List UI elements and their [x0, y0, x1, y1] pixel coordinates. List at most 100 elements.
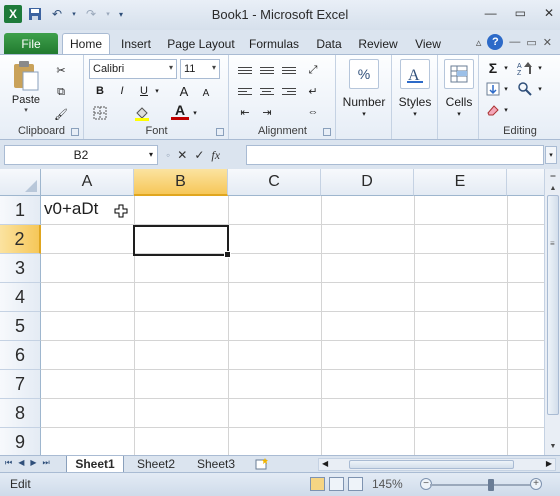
autosum-dropdown-icon[interactable]: ▾	[502, 63, 510, 73]
sort-filter-icon[interactable]: AZ	[516, 59, 534, 77]
underline-button[interactable]: U	[135, 82, 153, 100]
number-dropdown-icon[interactable]: ▾	[359, 109, 369, 119]
row-header-1[interactable]: 1	[0, 196, 41, 225]
last-sheet-icon[interactable]: ⏭	[43, 458, 50, 468]
tab-file[interactable]: File	[4, 33, 58, 54]
scroll-left-icon[interactable]: ◀	[322, 459, 328, 468]
italic-button[interactable]: I	[113, 82, 131, 100]
row-header-2[interactable]: 2	[0, 225, 41, 254]
fill-color-icon[interactable]	[133, 104, 151, 122]
column-header-partial[interactable]	[507, 169, 544, 196]
column-header-e[interactable]: E	[414, 169, 507, 196]
decrease-indent-icon[interactable]: ⇤	[236, 103, 254, 121]
find-select-icon[interactable]	[516, 80, 534, 98]
zoom-slider-knob[interactable]	[488, 479, 495, 491]
help-icon[interactable]: ?	[487, 34, 504, 50]
cells-dropdown-icon[interactable]: ▾	[454, 109, 464, 119]
format-painter-icon[interactable]: 🖌	[52, 105, 70, 123]
excel-logo-icon[interactable]: X	[4, 5, 22, 23]
zoom-level[interactable]: 145%	[372, 477, 403, 491]
horizontal-scroll-thumb[interactable]	[349, 460, 514, 469]
column-header-d[interactable]: D	[321, 169, 414, 196]
scroll-up-icon[interactable]: ▲	[547, 182, 559, 194]
vertical-scrollbar[interactable]: ═ ▲ ≡ ▼	[544, 169, 560, 455]
row-header-3[interactable]: 3	[0, 254, 41, 283]
row-header-9[interactable]: 9	[0, 428, 41, 455]
styles-icon[interactable]: A	[400, 59, 430, 89]
vertical-scroll-thumb[interactable]	[547, 195, 559, 415]
name-box[interactable]: B2 ▾	[4, 145, 158, 165]
copy-icon[interactable]: ⧉	[52, 83, 70, 101]
formula-input[interactable]	[246, 145, 544, 165]
page-layout-view-icon[interactable]	[329, 477, 344, 491]
tab-view[interactable]: View	[408, 33, 448, 54]
autosum-icon[interactable]: Σ	[484, 59, 502, 77]
underline-dropdown-icon[interactable]: ▾	[153, 85, 161, 97]
grow-font-button[interactable]: A	[175, 82, 193, 100]
font-color-dropdown-icon[interactable]: ▾	[191, 107, 199, 119]
customize-toolbar-icon[interactable]: ▾	[116, 5, 126, 23]
tab-insert[interactable]: Insert	[114, 33, 158, 54]
increase-indent-icon[interactable]: ⇥	[258, 103, 276, 121]
close-icon[interactable]: ✕	[544, 6, 554, 20]
borders-icon[interactable]	[91, 104, 109, 122]
font-size-dropdown-icon[interactable]: ▾	[212, 63, 216, 72]
sort-filter-dropdown-icon[interactable]: ▾	[536, 63, 544, 73]
align-middle-icon[interactable]	[258, 61, 276, 79]
fill-dropdown-icon[interactable]: ▾	[502, 84, 510, 94]
horizontal-scrollbar[interactable]: ◀ ▶	[318, 458, 556, 471]
paste-dropdown-icon[interactable]: ▾	[24, 106, 28, 114]
undo-icon[interactable]: ↶	[48, 5, 66, 23]
styles-dropdown-icon[interactable]: ▾	[410, 109, 420, 119]
undo-dropdown-icon[interactable]: ▾	[70, 5, 78, 23]
align-center-icon[interactable]	[258, 82, 276, 100]
sheet-tab-sheet2[interactable]: Sheet2	[128, 456, 184, 472]
align-bottom-icon[interactable]	[280, 61, 298, 79]
zoom-slider[interactable]: − +	[420, 478, 542, 492]
select-all-button[interactable]	[0, 169, 41, 196]
next-sheet-icon[interactable]: ▶	[30, 458, 36, 468]
first-sheet-icon[interactable]: ⏮	[5, 458, 12, 468]
fill-icon[interactable]	[484, 80, 502, 98]
zoom-track[interactable]	[430, 484, 532, 486]
alignment-launcher-icon[interactable]	[323, 128, 331, 136]
orientation-icon[interactable]: ⤢	[304, 61, 322, 79]
save-icon[interactable]	[26, 5, 44, 23]
clear-icon[interactable]	[484, 101, 502, 119]
redo-icon[interactable]: ↷	[82, 5, 100, 23]
font-launcher-icon[interactable]	[216, 128, 224, 136]
row-header-8[interactable]: 8	[0, 399, 41, 428]
name-box-dropdown-icon[interactable]: ▾	[149, 150, 153, 159]
clear-dropdown-icon[interactable]: ▾	[502, 105, 510, 115]
cut-icon[interactable]: ✂	[52, 61, 70, 79]
prev-sheet-icon[interactable]: ◀	[18, 458, 24, 468]
clipboard-launcher-icon[interactable]	[71, 128, 79, 136]
cell-a1[interactable]: v0+aDt	[44, 199, 98, 219]
column-header-a[interactable]: A	[41, 169, 134, 196]
insert-function-icon[interactable]: fx	[211, 148, 220, 163]
cells-icon[interactable]	[444, 59, 474, 89]
row-header-6[interactable]: 6	[0, 341, 41, 370]
column-header-c[interactable]: C	[228, 169, 321, 196]
row-header-5[interactable]: 5	[0, 312, 41, 341]
normal-view-icon[interactable]	[310, 477, 325, 491]
doc-minimize-icon[interactable]: —	[509, 36, 520, 48]
minimize-ribbon-icon[interactable]: ▵	[476, 36, 482, 49]
shrink-font-button[interactable]: A	[197, 84, 215, 102]
font-name-dropdown-icon[interactable]: ▾	[169, 63, 173, 72]
expand-formula-bar-icon[interactable]: ▾	[545, 146, 557, 164]
doc-restore-icon[interactable]: ▭	[526, 36, 536, 49]
zoom-in-icon[interactable]: +	[530, 478, 542, 490]
sheet-tab-sheet3[interactable]: Sheet3	[188, 456, 244, 472]
tab-page-layout[interactable]: Page Layout	[164, 33, 238, 54]
page-break-view-icon[interactable]	[348, 477, 363, 491]
cancel-icon[interactable]: ✕	[177, 148, 187, 162]
formula-bar-splitter-icon[interactable]: ◦	[166, 148, 170, 162]
number-format-icon[interactable]: %	[349, 59, 379, 89]
enter-icon[interactable]: ✓	[194, 148, 204, 162]
split-handle-icon[interactable]: ═	[547, 170, 559, 182]
bold-button[interactable]: B	[91, 82, 109, 100]
row-header-4[interactable]: 4	[0, 283, 41, 312]
merge-center-icon[interactable]: ⇔	[304, 103, 322, 121]
font-size-combo[interactable]: 11 ▾	[180, 59, 220, 79]
